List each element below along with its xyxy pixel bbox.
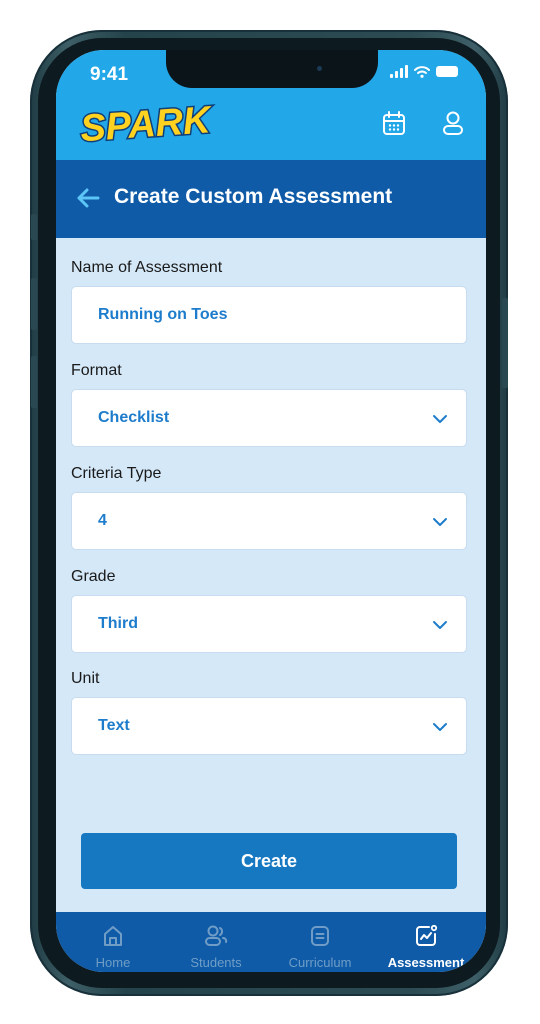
students-icon (205, 925, 228, 946)
name-label: Name of Assessment (71, 259, 223, 276)
calendar-icon[interactable] (382, 110, 406, 136)
app-screen: 9:41 SPARK Create Custom Assessment Name… (56, 50, 486, 972)
camera-dot (317, 66, 322, 71)
battery-icon (436, 66, 458, 77)
nav-item-students[interactable]: Students (166, 912, 266, 972)
grade-value: Third (98, 615, 138, 632)
chevron-down-icon (433, 415, 447, 423)
title-bar: Create Custom Assessment (56, 160, 486, 238)
back-arrow-icon[interactable] (76, 188, 100, 208)
nav-item-curriculum[interactable]: Curriculum (270, 912, 370, 972)
home-icon (104, 926, 122, 946)
assessment-icon (416, 924, 438, 946)
nav-label-students: Students (190, 955, 242, 970)
nav-item-home[interactable]: Home (63, 912, 163, 972)
criteria-type-value: 4 (98, 512, 107, 529)
notch (166, 50, 378, 88)
unit-select[interactable]: Text (71, 697, 467, 755)
phone-volume-down-button (31, 356, 37, 408)
curriculum-icon (311, 926, 329, 946)
page-title: Create Custom Assessment (114, 185, 393, 208)
nav-label-curriculum: Curriculum (288, 955, 352, 970)
app-header: 9:41 SPARK (56, 50, 486, 160)
status-time: 9:41 (90, 64, 129, 85)
chevron-down-icon (433, 621, 447, 629)
nav-label-home: Home (95, 955, 131, 970)
spark-logo: SPARK (77, 98, 215, 144)
nav-label-assessment: Assessment (387, 955, 465, 970)
phone-power-button (502, 298, 508, 388)
grade-label: Grade (71, 568, 116, 585)
format-value: Checklist (98, 409, 170, 426)
status-icons (390, 65, 458, 78)
chevron-down-icon (433, 723, 447, 731)
criteria-type-select[interactable]: 4 (71, 492, 467, 550)
format-label: Format (71, 362, 122, 379)
user-icon[interactable] (442, 110, 464, 136)
unit-label: Unit (71, 670, 100, 687)
unit-value: Text (98, 717, 130, 734)
wifi-icon (414, 65, 430, 78)
format-select[interactable]: Checklist (71, 389, 467, 447)
chevron-down-icon (433, 518, 447, 526)
create-button[interactable]: Create (81, 833, 457, 889)
phone-volume-up-button (31, 278, 37, 330)
criteria-type-label: Criteria Type (71, 465, 162, 482)
name-value: Running on Toes (98, 306, 228, 323)
nav-item-assessment[interactable]: Assessment (374, 912, 478, 972)
svg-text:SPARK: SPARK (79, 99, 214, 144)
name-input[interactable]: Running on Toes (71, 286, 467, 344)
grade-select[interactable]: Third (71, 595, 467, 653)
bottom-nav: Home Students Curriculum Assessment (56, 912, 486, 972)
signal-icon (390, 65, 408, 78)
phone-side-button (31, 214, 37, 240)
